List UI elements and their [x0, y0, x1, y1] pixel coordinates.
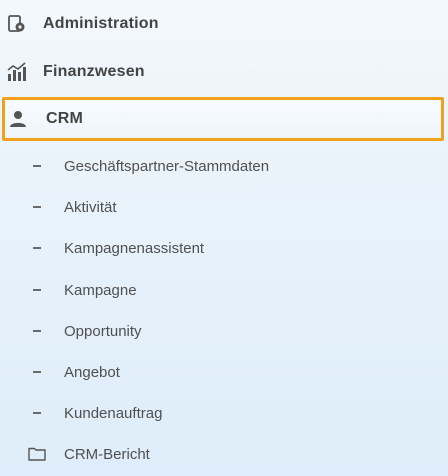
menu-item-finanzwesen[interactable]: Finanzwesen — [0, 50, 448, 94]
dash-icon — [33, 247, 41, 249]
submenu-folder-crm-bericht[interactable]: CRM-Bericht — [0, 436, 448, 472]
submenu-item-label: Kundenauftrag — [64, 404, 163, 422]
submenu-item-geschaeftspartner-stammdaten[interactable]: Geschäftspartner-Stammdaten — [0, 148, 448, 184]
folder-icon — [28, 446, 46, 461]
dash-icon — [33, 371, 41, 373]
submenu-item-label: Angebot — [64, 363, 120, 381]
dash-icon — [33, 206, 41, 208]
submenu-item-angebot[interactable]: Angebot — [0, 354, 448, 390]
submenu-item-kampagnenassistent[interactable]: Kampagnenassistent — [0, 230, 448, 266]
menu-item-crm[interactable]: CRM — [2, 97, 444, 141]
dash-icon — [33, 165, 41, 167]
menu-item-label: CRM — [46, 110, 84, 127]
menu-item-label: Administration — [43, 15, 159, 32]
submenu-item-aktivitaet[interactable]: Aktivität — [0, 189, 448, 225]
dash-icon — [33, 289, 41, 291]
dash-icon — [33, 412, 41, 414]
submenu-item-kundenauftrag[interactable]: Kundenauftrag — [0, 395, 448, 431]
submenu-item-label: Geschäftspartner-Stammdaten — [64, 157, 270, 175]
finance-chart-icon — [6, 61, 28, 83]
side-menu: Administration Finanzwesen CRM Geschäfts… — [0, 0, 448, 476]
dash-icon — [33, 330, 41, 332]
submenu-item-label: Aktivität — [64, 198, 117, 216]
submenu-item-label: CRM-Bericht — [64, 445, 150, 463]
submenu-item-kampagne[interactable]: Kampagne — [0, 272, 448, 308]
user-icon — [7, 108, 29, 130]
submenu-item-label: Kampagne — [64, 281, 137, 299]
submenu-item-label: Kampagnenassistent — [64, 239, 205, 257]
submenu-item-label: Opportunity — [64, 322, 142, 340]
menu-item-administration[interactable]: Administration — [0, 2, 448, 46]
admin-icon — [6, 13, 28, 35]
menu-item-label: Finanzwesen — [43, 63, 145, 80]
submenu-item-opportunity[interactable]: Opportunity — [0, 313, 448, 349]
